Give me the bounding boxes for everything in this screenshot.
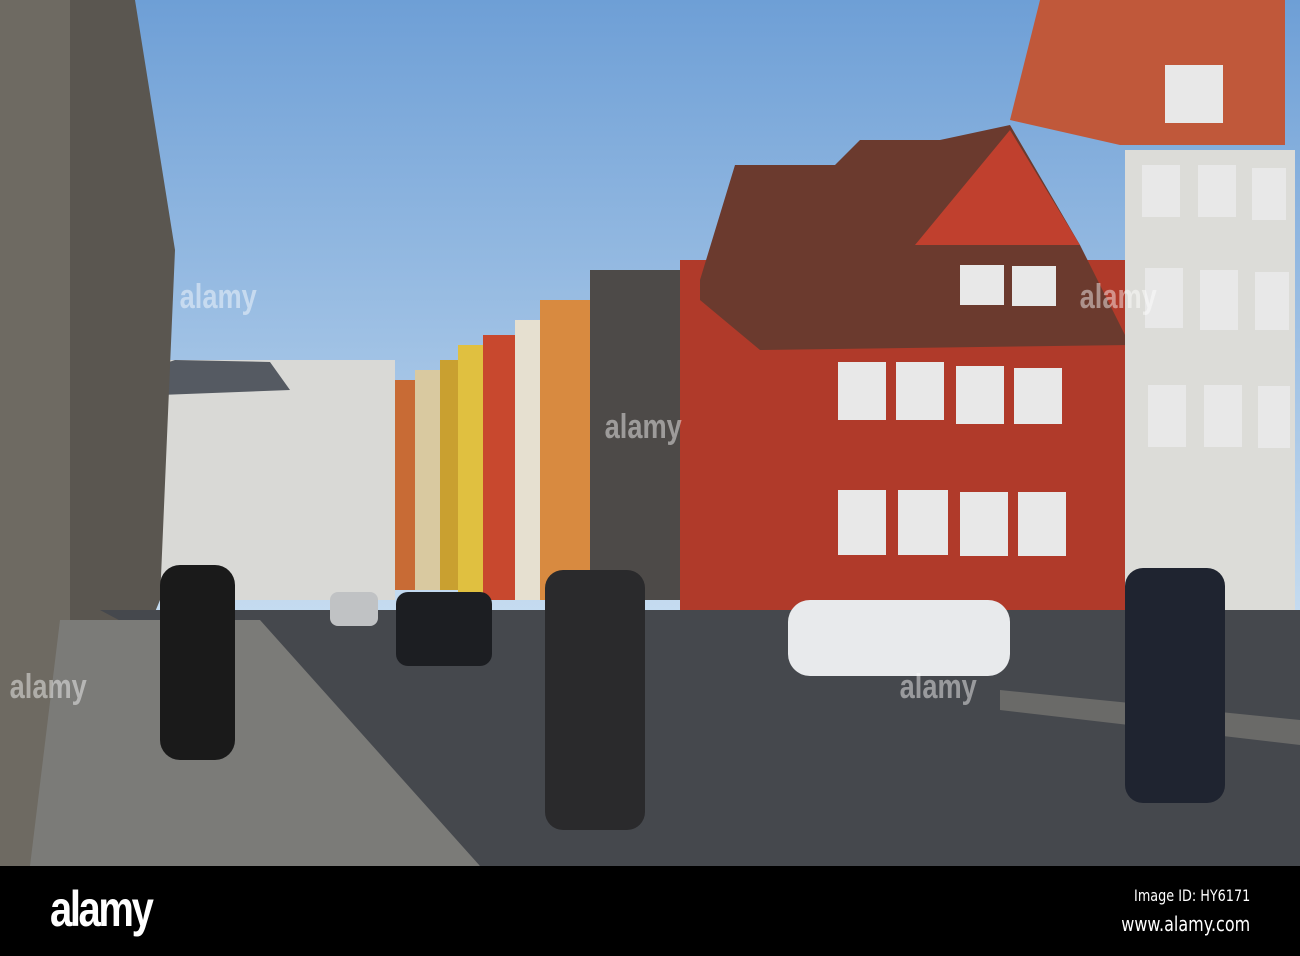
cyclist bbox=[545, 570, 645, 830]
cyclist-right bbox=[1125, 568, 1225, 803]
website-link: www.alamy.com bbox=[1121, 912, 1250, 936]
watermark: alamy bbox=[604, 408, 682, 446]
watermark: alamy bbox=[9, 668, 87, 706]
watermark: alamy bbox=[1079, 278, 1157, 316]
alamy-logo: alamy bbox=[50, 881, 154, 937]
stock-photo: alamy alamy alamy alamy alamy alamy Imag… bbox=[0, 0, 1300, 956]
footer-bar: alamy Image ID: HY6171 www.alamy.com bbox=[0, 866, 1300, 956]
white-car bbox=[788, 600, 1010, 676]
watermark: alamy bbox=[899, 668, 977, 706]
black-car bbox=[396, 592, 492, 666]
image-id: Image ID: HY6171 bbox=[1133, 886, 1250, 905]
distant-buildings bbox=[155, 360, 395, 600]
pedestrian bbox=[160, 565, 235, 760]
watermark: alamy bbox=[179, 278, 257, 316]
